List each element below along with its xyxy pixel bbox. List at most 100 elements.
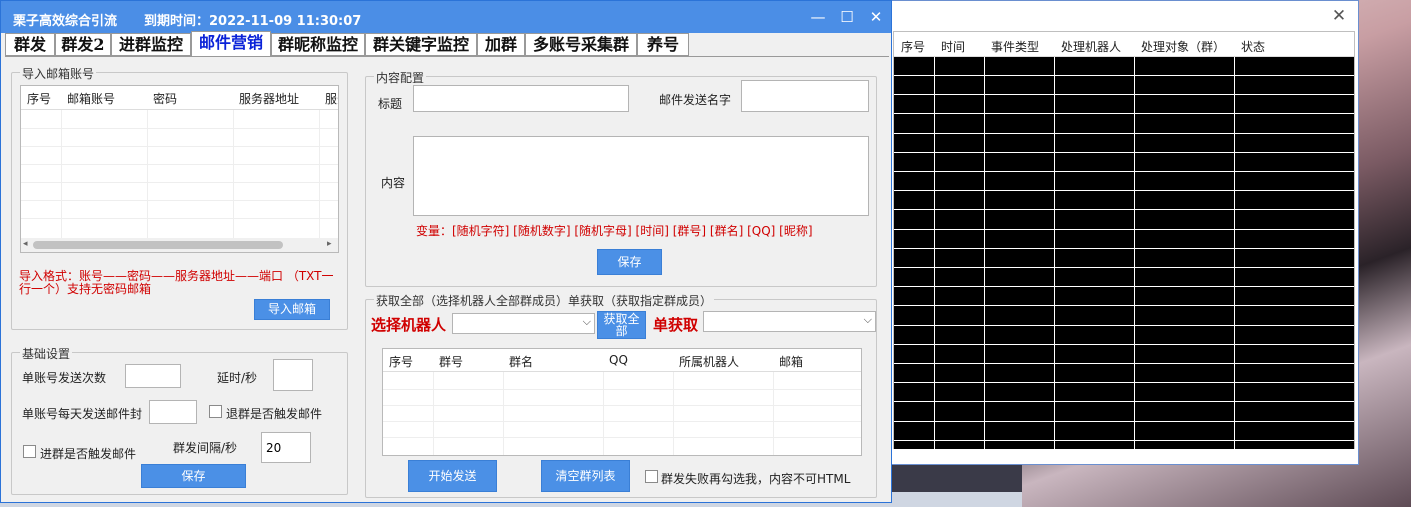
tab-qunfa[interactable]: 群发 — [5, 33, 55, 56]
sender-name-label: 邮件发送名字 — [659, 93, 732, 107]
email-table-scroll-thumb[interactable] — [33, 241, 283, 249]
content-config-group: 内容配置 标题 邮件发送名字 内容 变量：[随机字符] [随机数字] [随机字母… — [365, 69, 877, 287]
tab-keyword-monitor[interactable]: 群关键字监控 — [365, 33, 477, 56]
member-grid-line — [383, 421, 861, 422]
minimize-icon[interactable]: — — [805, 6, 831, 28]
email-account-table[interactable]: 序号 邮箱账号 密码 服务器地址 服务 ◂ ▸ — [20, 85, 339, 253]
clear-group-list-button[interactable]: 清空群列表 — [541, 460, 630, 492]
tab-bar: 群发 群发2 进群监控 邮件营销 群昵称监控 群关键字监控 加群 多账号采集群 … — [5, 31, 891, 57]
main-titlebar[interactable]: 栗子高效综合引流 到期时间：2022-11-09 11:30:07 — ☐ ✕ — [1, 1, 891, 33]
chevron-down-icon[interactable]: ⌵ — [864, 313, 872, 327]
member-col-index[interactable]: 序号 — [389, 353, 413, 370]
import-email-button[interactable]: 导入邮箱 — [254, 299, 330, 320]
log-col-status[interactable]: 状态 — [1241, 38, 1265, 55]
send-count-input[interactable] — [125, 364, 181, 388]
log-close-icon[interactable]: ✕ — [1328, 5, 1350, 27]
email-col-index[interactable]: 序号 — [27, 90, 51, 107]
log-grid-line — [894, 440, 1354, 441]
member-col-group-number[interactable]: 群号 — [439, 353, 463, 370]
tab-account-nurture[interactable]: 养号 — [637, 33, 689, 56]
log-grid-line — [894, 94, 1354, 95]
fetch-all-button[interactable]: 获取全部 — [597, 311, 646, 339]
member-col-robot[interactable]: 所属机器人 — [679, 353, 739, 370]
scroll-left-icon[interactable]: ◂ — [23, 239, 28, 249]
basic-settings-group-label: 基础设置 — [20, 345, 73, 362]
log-col-time[interactable]: 时间 — [941, 38, 965, 55]
tab-join-group[interactable]: 加群 — [477, 33, 525, 56]
title-input[interactable] — [413, 85, 629, 112]
member-col-email[interactable]: 邮箱 — [779, 353, 803, 370]
exit-trigger-label: 退群是否触发邮件 — [226, 407, 323, 421]
log-grid-line — [894, 267, 1354, 268]
log-grid-line — [1134, 57, 1135, 449]
log-grid-line — [894, 421, 1354, 422]
log-col-event-type[interactable]: 事件类型 — [991, 38, 1039, 55]
group-member-table[interactable]: 序号 群号 群名 QQ 所属机器人 邮箱 — [382, 348, 862, 456]
variables-hint: 变量：[随机字符] [随机数字] [随机字母] [时间] [群号] [群名] [… — [416, 224, 813, 238]
member-col-qq[interactable]: QQ — [609, 353, 628, 367]
tab-email-marketing[interactable]: 邮件营销 — [191, 31, 271, 57]
basic-settings-group: 基础设置 单账号发送次数 延时/秒 单账号每天发送邮件封 退群是否触发邮件 进群… — [11, 345, 348, 495]
content-textarea[interactable] — [413, 136, 869, 216]
join-trigger-checkbox[interactable] — [23, 445, 36, 458]
join-trigger-label: 进群是否触发邮件 — [40, 447, 137, 461]
log-window: ✕ 序号 时间 事件类型 处理机器人 处理对象（群） 状态 — [884, 0, 1359, 465]
retry-label: 群发失败再勾选我，内容不可HTML — [661, 472, 851, 486]
content-save-button[interactable]: 保存 — [597, 249, 662, 275]
member-table-header: 序号 群号 群名 QQ 所属机器人 邮箱 — [383, 349, 861, 372]
log-window-titlebar[interactable]: ✕ — [885, 1, 1358, 31]
content-label: 内容 — [381, 176, 406, 190]
log-grid-line — [894, 152, 1354, 153]
maximize-icon[interactable]: ☐ — [834, 6, 860, 28]
select-robot-label: 选择机器人 — [371, 316, 447, 334]
tab-divider — [5, 56, 889, 57]
log-table-body — [894, 57, 1354, 449]
email-grid-line — [21, 182, 338, 183]
daily-send-input[interactable] — [149, 400, 197, 424]
tab-join-monitor[interactable]: 进群监控 — [111, 33, 191, 56]
tab-qunfa2[interactable]: 群发2 — [55, 33, 111, 56]
scroll-right-icon[interactable]: ▸ — [327, 239, 332, 249]
basic-save-button[interactable]: 保存 — [141, 464, 246, 488]
email-col-password[interactable]: 密码 — [153, 90, 177, 107]
log-grid-line — [894, 229, 1354, 230]
log-col-target-group[interactable]: 处理对象（群） — [1141, 38, 1225, 55]
interval-input[interactable] — [261, 432, 311, 463]
chevron-down-icon[interactable]: ⌵ — [583, 315, 591, 329]
exit-trigger-checkbox[interactable] — [209, 405, 222, 418]
email-col-server[interactable]: 服务器地址 — [239, 90, 299, 107]
log-grid-line — [894, 363, 1354, 364]
fetch-members-group: 获取全部（选择机器人全部群成员）单获取（获取指定群成员） 选择机器人 ⌵ 获取全… — [365, 292, 877, 498]
email-table-hscrollbar[interactable]: ◂ ▸ — [21, 238, 338, 252]
email-grid-line — [21, 218, 338, 219]
email-col-account[interactable]: 邮箱账号 — [67, 90, 115, 107]
main-window: 栗子高效综合引流 到期时间：2022-11-09 11:30:07 — ☐ ✕ … — [0, 0, 892, 503]
tab-nickname-monitor[interactable]: 群昵称监控 — [271, 33, 365, 56]
content-config-group-label: 内容配置 — [374, 69, 427, 86]
email-col-service[interactable]: 服务 — [325, 90, 338, 107]
tab-multi-account-collect[interactable]: 多账号采集群 — [525, 33, 637, 56]
expiry-time: 到期时间：2022-11-09 11:30:07 — [144, 14, 362, 29]
log-grid-line — [894, 75, 1354, 76]
member-grid-line — [603, 372, 604, 455]
log-grid-line — [1234, 57, 1235, 449]
single-fetch-label: 单获取 — [653, 316, 699, 334]
log-table[interactable]: 序号 时间 事件类型 处理机器人 处理对象（群） 状态 — [893, 31, 1355, 449]
log-grid-line — [894, 344, 1354, 345]
log-col-robot[interactable]: 处理机器人 — [1061, 38, 1121, 55]
sender-name-input[interactable] — [741, 80, 869, 112]
log-table-header: 序号 时间 事件类型 处理机器人 处理对象（群） 状态 — [894, 32, 1354, 57]
log-grid-line — [1054, 57, 1055, 449]
email-grid-line — [21, 128, 338, 129]
log-grid-line — [894, 209, 1354, 210]
daily-send-label: 单账号每天发送邮件封 — [22, 407, 143, 421]
robot-select[interactable]: ⌵ — [452, 313, 595, 334]
group-select[interactable]: ⌵ — [703, 311, 876, 332]
log-col-index[interactable]: 序号 — [901, 38, 925, 55]
retry-checkbox[interactable] — [645, 470, 658, 483]
member-grid-line — [383, 437, 861, 438]
start-send-button[interactable]: 开始发送 — [408, 460, 497, 492]
delay-input[interactable] — [273, 359, 313, 391]
close-icon[interactable]: ✕ — [863, 6, 889, 28]
member-col-group-name[interactable]: 群名 — [509, 353, 533, 370]
